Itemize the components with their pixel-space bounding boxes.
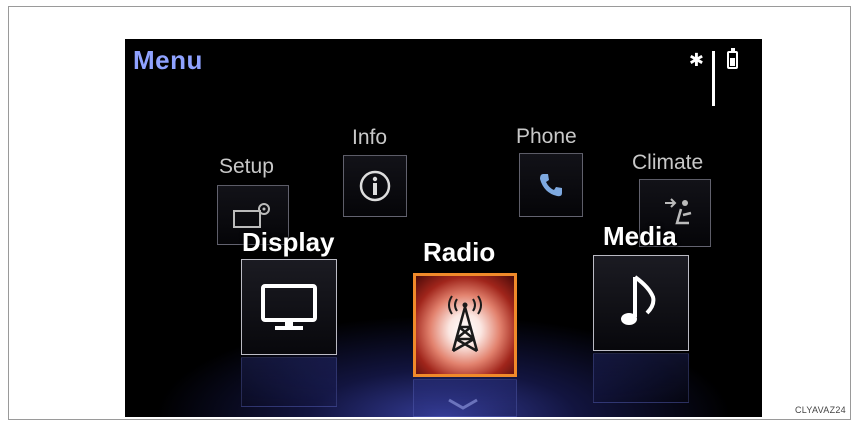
music-note-icon: [621, 275, 656, 325]
media-label: Media: [603, 221, 677, 251]
figure-code: CLYAVAZ24: [794, 405, 846, 415]
setup-label: Setup: [219, 155, 274, 178]
radio-label: Radio: [423, 237, 496, 267]
scroll-down-arrow-icon[interactable]: [443, 397, 483, 411]
info-button[interactable]: [343, 155, 407, 217]
figure-frame: Menu ✱ Setup Info Phone Climate Display …: [8, 6, 851, 420]
info-icon: [359, 170, 391, 202]
radio-tower-icon: [448, 295, 482, 353]
climate-label: Climate: [632, 151, 704, 174]
phone-button[interactable]: [519, 153, 583, 217]
menu-screen: Menu ✱ Setup Info Phone Climate Display …: [125, 39, 762, 417]
display-label: Display: [242, 227, 335, 257]
signal-bars-icon: [712, 51, 715, 106]
phone-icon: [540, 174, 562, 197]
phone-label: Phone: [516, 125, 577, 148]
battery-icon: [727, 48, 738, 69]
info-label: Info: [352, 126, 388, 149]
bluetooth-icon: ✱: [688, 50, 704, 70]
display-monitor-icon: [261, 284, 317, 330]
media-button[interactable]: [593, 255, 689, 351]
media-reflection: [593, 353, 689, 403]
screen-title: Menu: [133, 45, 203, 75]
display-reflection: [241, 357, 337, 407]
status-bar: ✱: [688, 48, 738, 106]
display-button[interactable]: [241, 259, 337, 355]
radio-button[interactable]: [413, 273, 517, 377]
